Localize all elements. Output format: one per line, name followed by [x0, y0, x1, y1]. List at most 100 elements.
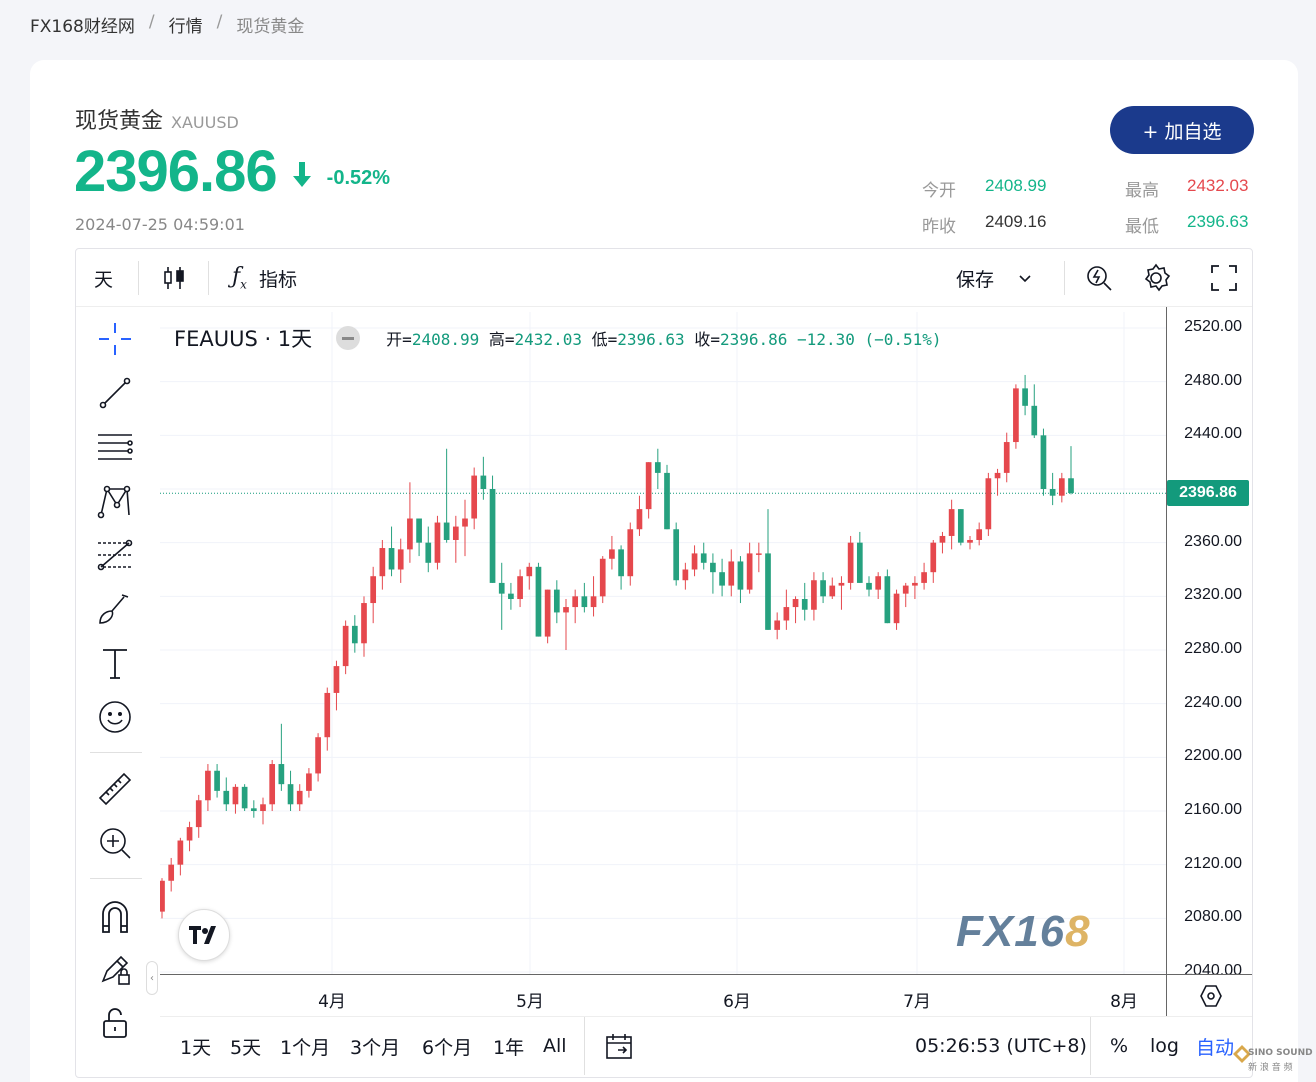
candle	[618, 545, 624, 590]
percent-scale-toggle[interactable]: %	[1110, 1017, 1128, 1075]
axis-settings-icon[interactable]	[1166, 974, 1252, 1016]
candle-body	[912, 582, 918, 586]
candle	[397, 538, 404, 583]
time-axis[interactable]: 4月 5月 6月 7月 8月	[160, 974, 1166, 1016]
candle	[563, 599, 569, 650]
candle-body	[792, 599, 799, 608]
range-1d-button[interactable]: 1天	[180, 1017, 211, 1075]
candle	[599, 556, 606, 604]
candle	[783, 589, 790, 630]
fullscreen-icon[interactable]	[1210, 249, 1238, 307]
crosshair-icon[interactable]	[94, 318, 136, 360]
candle	[1068, 446, 1074, 495]
emoji-icon[interactable]	[94, 696, 136, 738]
trend-line-icon[interactable]	[94, 372, 136, 414]
candle-body	[719, 572, 725, 586]
tradingview-logo[interactable]	[178, 909, 230, 961]
pattern-tool-icon[interactable]	[94, 480, 136, 522]
price-axis[interactable]: 2520.002480.002440.002400.002360.002320.…	[1166, 307, 1252, 979]
unlock-icon[interactable]	[94, 1002, 136, 1044]
candle	[847, 535, 854, 590]
quick-search-icon[interactable]	[1084, 249, 1114, 307]
candle	[1040, 428, 1047, 496]
brush-icon[interactable]	[94, 588, 136, 630]
range-1m-button[interactable]: 1个月	[280, 1017, 330, 1075]
instrument-code: XAUUSD	[171, 113, 239, 132]
candle-body	[572, 596, 579, 608]
candle-body	[884, 576, 891, 624]
candle-body	[682, 569, 689, 581]
candle-body	[260, 804, 266, 811]
candle-body	[333, 666, 340, 693]
range-3m-button[interactable]: 3个月	[350, 1017, 400, 1075]
zoom-in-icon[interactable]	[94, 822, 136, 864]
settings-gear-icon[interactable]	[1140, 249, 1172, 307]
candle	[866, 576, 872, 597]
date-range-icon[interactable]	[604, 1017, 634, 1075]
candlestick-plot[interactable]	[160, 312, 1166, 974]
candle	[306, 768, 312, 798]
candle-body	[416, 518, 422, 543]
save-button[interactable]: 保存	[956, 249, 1032, 307]
toolbar-divider	[208, 261, 209, 295]
close-value: 2396.86	[719, 330, 788, 349]
candle-body	[847, 542, 854, 583]
legend-collapse-icon[interactable]	[336, 326, 361, 350]
text-tool-icon[interactable]	[94, 642, 136, 684]
indicators-button[interactable]: ƒx 指标	[232, 249, 297, 307]
candle-body	[829, 585, 836, 597]
high-label: 高=	[488, 330, 515, 349]
clock-timezone[interactable]: 05:26:53 (UTC+8)	[915, 1017, 1087, 1075]
candle-body	[967, 539, 973, 543]
candle	[691, 545, 698, 577]
down-arrow-icon	[291, 160, 313, 192]
candle-body	[957, 509, 964, 543]
candle	[581, 582, 588, 613]
range-5d-button[interactable]: 5天	[230, 1017, 261, 1075]
candle	[994, 468, 1001, 496]
range-all-button[interactable]: All	[543, 1017, 567, 1075]
breadcrumb-market-link[interactable]: 行情	[169, 12, 203, 37]
price-tick-label: 2120.00	[1184, 854, 1242, 872]
candle	[875, 572, 882, 600]
candle	[223, 777, 230, 811]
candle	[985, 472, 992, 536]
add-watchlist-button[interactable]: + 加自选	[1110, 106, 1254, 154]
collapse-toolbar-handle[interactable]: ‹	[146, 961, 158, 995]
interval-button[interactable]: 天	[94, 249, 113, 307]
breadcrumb-home-link[interactable]: FX168财经网	[30, 12, 135, 37]
candle	[654, 448, 661, 489]
range-1y-button[interactable]: 1年	[493, 1017, 524, 1075]
toolbar-divider	[1090, 1017, 1091, 1075]
auto-scale-toggle[interactable]: 自动	[1196, 1017, 1234, 1075]
lock-drawing-icon[interactable]	[94, 948, 136, 990]
chart-widget: 天 ƒx 指标 保存 FEAUUS · 1天 开=2408.99 高=2432.…	[75, 248, 1253, 1078]
fx168-watermark-logo: FX168	[956, 907, 1091, 956]
log-scale-toggle[interactable]: log	[1150, 1017, 1179, 1075]
toolbar-divider	[584, 1017, 585, 1075]
candle	[260, 797, 266, 825]
candle	[893, 589, 900, 630]
range-6m-button[interactable]: 6个月	[422, 1017, 472, 1075]
candle	[856, 531, 863, 583]
candle-body	[553, 589, 560, 613]
breadcrumb: FX168财经网 / 行情 / 现货黄金	[30, 12, 304, 37]
candle-body	[939, 535, 946, 543]
prevclose-value: 2409.16	[985, 212, 1047, 231]
candle-style-icon[interactable]	[162, 249, 186, 307]
magnet-icon[interactable]	[94, 896, 136, 938]
fib-channel-icon[interactable]	[94, 534, 136, 576]
candle-body	[186, 827, 193, 841]
breadcrumb-separator: /	[216, 12, 223, 32]
ruler-icon[interactable]	[94, 768, 136, 810]
candle	[682, 562, 689, 590]
horizontal-lines-icon[interactable]	[94, 426, 136, 468]
candle	[1013, 384, 1019, 449]
price-tick-label: 2360.00	[1184, 532, 1242, 550]
breadcrumb-current: 现货黄金	[236, 17, 305, 37]
toolbar-divider	[1064, 261, 1065, 295]
candle-body	[838, 582, 845, 586]
candle-body	[351, 625, 358, 644]
candle-body	[691, 553, 698, 570]
candle-body	[1013, 388, 1019, 443]
